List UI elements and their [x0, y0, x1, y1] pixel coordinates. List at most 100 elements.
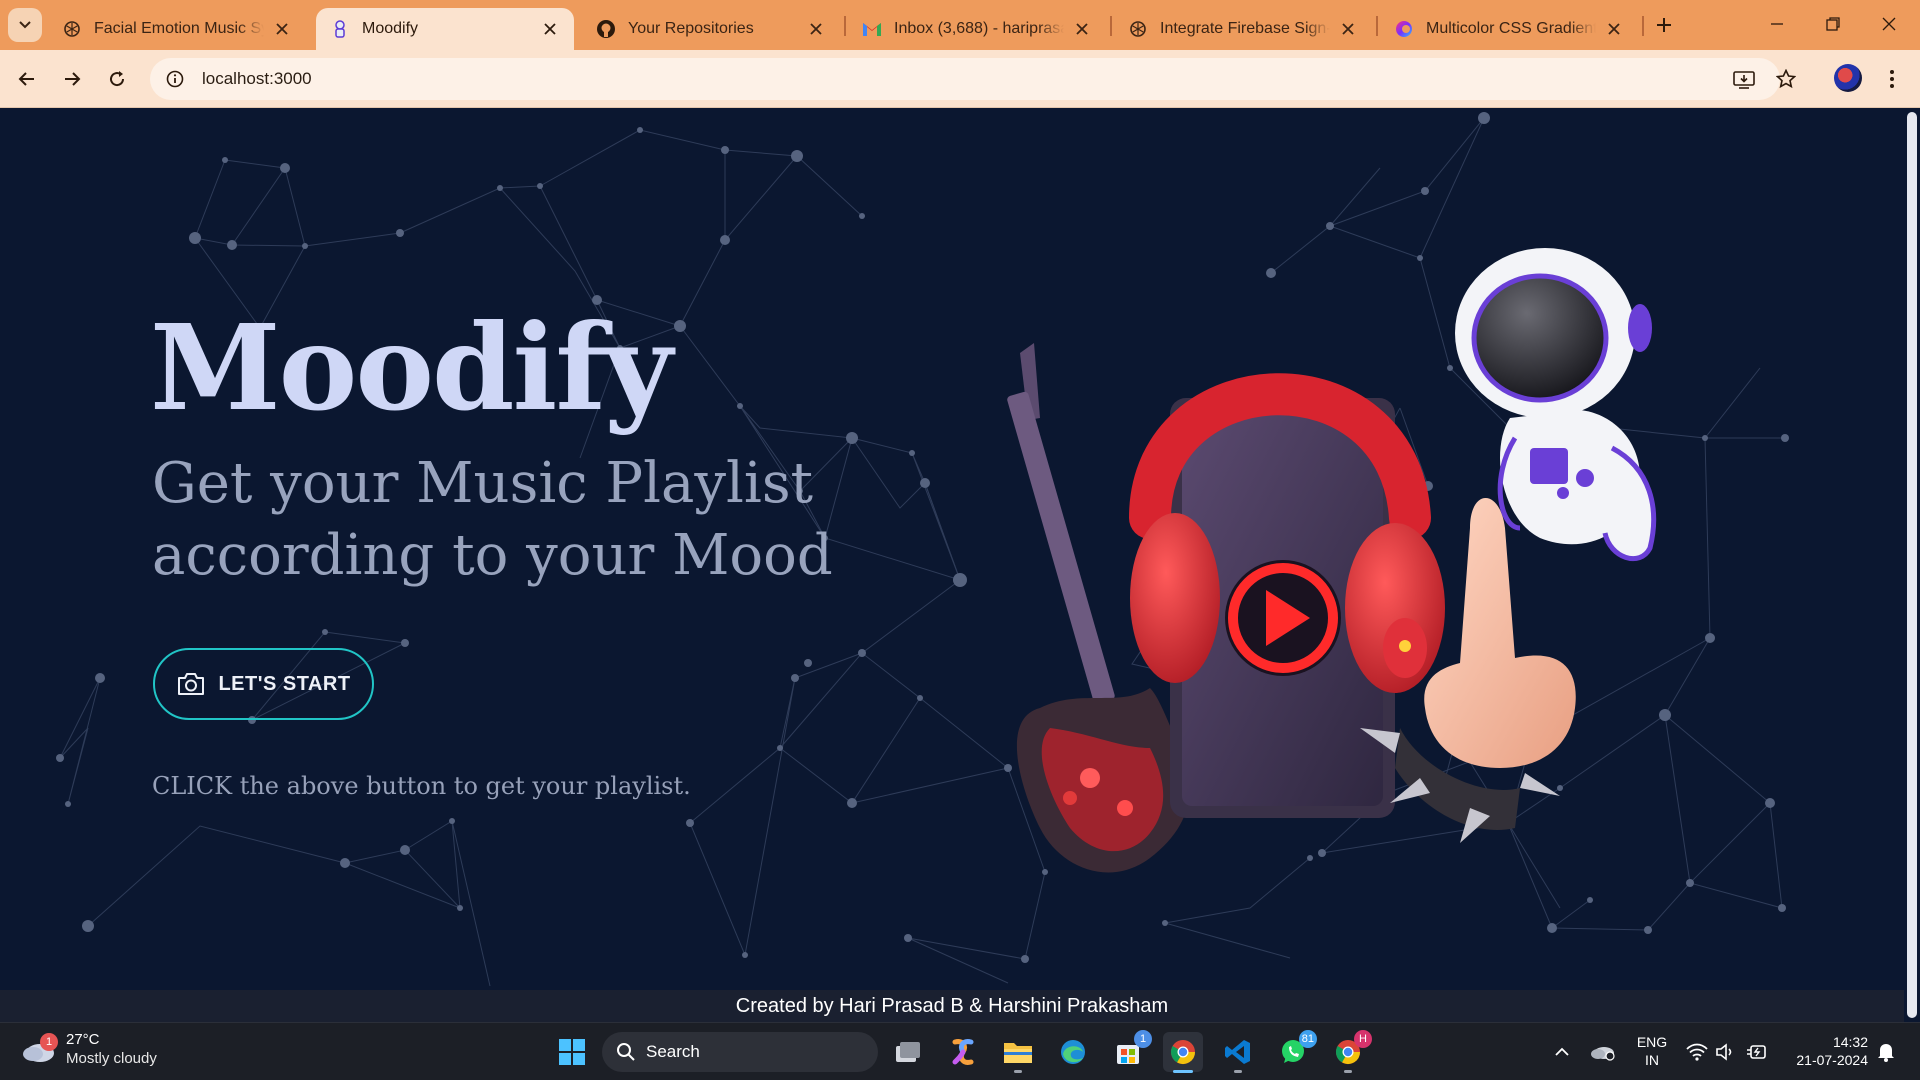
close-icon[interactable] — [1072, 19, 1092, 39]
clock-time: 14:32 — [1832, 1034, 1868, 1050]
chatgpt-icon — [1128, 19, 1148, 39]
new-tab-button[interactable] — [1650, 11, 1678, 39]
cloud-sync-icon — [1591, 1047, 1615, 1061]
close-icon[interactable] — [272, 19, 292, 39]
copilot-icon — [952, 1039, 974, 1065]
tab-firebase-signin[interactable]: Integrate Firebase Sign-in — [1114, 8, 1372, 50]
moodify-page: Moodify Get your Music Playlist accordin… — [0, 108, 1904, 990]
windows-logo-icon — [559, 1039, 585, 1065]
battery-charging-icon — [1747, 1045, 1766, 1059]
close-icon[interactable] — [540, 19, 560, 39]
system-clock[interactable]: 14:32 21-07-2024 — [1786, 1033, 1868, 1069]
whatsapp-button[interactable]: 81 — [1273, 1030, 1317, 1072]
weather-alert-badge: 1 — [40, 1033, 58, 1051]
clock-date: 21-07-2024 — [1796, 1052, 1868, 1068]
tab-gmail-inbox[interactable]: Inbox (3,688) - hariprasadb — [848, 8, 1106, 50]
tab-css-gradients[interactable]: Multicolor CSS Gradients, A — [1380, 8, 1638, 50]
windows-taskbar: 1 27°C Mostly cloudy Search 1 81 H ENG I… — [0, 1022, 1920, 1080]
tagline: Get your Music Playlist according to you… — [152, 448, 852, 592]
footer-credit: Created by Hari Prasad B & Harshini Prak… — [0, 990, 1904, 1022]
gmail-icon — [862, 19, 882, 39]
tab-moodify[interactable]: Moodify — [316, 8, 574, 50]
tab-divider — [1642, 16, 1644, 36]
bell-icon — [1878, 1044, 1894, 1062]
cloud-icon: 1 — [20, 1033, 58, 1065]
close-icon — [1882, 17, 1896, 31]
volume-button[interactable] — [1714, 1023, 1738, 1080]
vscode-button[interactable] — [1218, 1032, 1258, 1073]
minimize-icon — [1771, 23, 1783, 25]
tab-title: Moodify — [362, 20, 419, 37]
tab-divider — [1110, 16, 1112, 36]
notifications-button[interactable] — [1874, 1023, 1898, 1080]
taskbar-search[interactable]: Search — [602, 1032, 878, 1072]
task-view-icon — [896, 1042, 920, 1062]
edge-button[interactable] — [1053, 1032, 1093, 1072]
browser-menu-button[interactable] — [1882, 62, 1902, 96]
tab-search-button[interactable] — [8, 8, 42, 42]
back-button[interactable] — [10, 62, 44, 96]
address-bar[interactable]: localhost:3000 — [150, 58, 1780, 100]
app-title: Moodify — [150, 298, 673, 437]
close-icon[interactable] — [1604, 19, 1624, 39]
lets-start-label: LET'S START — [218, 672, 351, 695]
weather-widget[interactable]: 1 27°C Mostly cloudy — [20, 1031, 157, 1069]
tab-facial-emotion[interactable]: Facial Emotion Music System — [48, 8, 306, 50]
forward-button[interactable] — [55, 62, 89, 96]
plus-icon — [1657, 18, 1671, 32]
moodify-favicon — [330, 19, 350, 39]
weather-temperature: 27°C — [66, 1031, 100, 1048]
start-button[interactable] — [552, 1032, 592, 1072]
close-window-button[interactable] — [1866, 7, 1912, 41]
close-icon[interactable] — [806, 19, 826, 39]
file-explorer-button[interactable] — [998, 1032, 1038, 1073]
network-button[interactable] — [1684, 1023, 1710, 1080]
chevron-up-icon — [1555, 1047, 1569, 1056]
input-language[interactable]: ENG IN — [1632, 1033, 1672, 1069]
tab-title: Inbox (3,688) - hariprasadb — [894, 20, 1064, 37]
battery-button[interactable] — [1744, 1023, 1768, 1080]
instruction-text: CLICK the above button to get your playl… — [152, 772, 691, 800]
copilot-button[interactable] — [943, 1032, 983, 1072]
show-hidden-icons-button[interactable] — [1550, 1023, 1574, 1080]
region-code: IN — [1645, 1052, 1659, 1068]
tab-divider — [844, 16, 846, 36]
site-info-icon[interactable] — [154, 58, 196, 100]
bookmark-button[interactable] — [1770, 63, 1802, 95]
restore-icon — [1826, 17, 1840, 31]
running-indicator — [1344, 1070, 1352, 1073]
speaker-icon — [1716, 1043, 1732, 1061]
running-indicator — [1014, 1070, 1022, 1073]
restore-button[interactable] — [1810, 7, 1856, 41]
close-icon[interactable] — [1338, 19, 1358, 39]
music-illustration — [1007, 248, 1657, 873]
reload-button[interactable] — [100, 62, 134, 96]
tab-your-repositories[interactable]: Your Repositories — [582, 8, 840, 50]
weather-condition: Mostly cloudy — [66, 1050, 157, 1067]
lets-start-button[interactable]: LET'S START — [153, 648, 374, 720]
onedrive-button[interactable] — [1588, 1023, 1618, 1080]
star-icon — [1776, 69, 1796, 89]
chevron-down-icon — [19, 21, 31, 29]
profile-avatar[interactable] — [1834, 64, 1862, 92]
folder-icon — [1004, 1043, 1032, 1063]
tab-title: Multicolor CSS Gradients, A — [1426, 20, 1596, 37]
minimize-button[interactable] — [1754, 7, 1800, 41]
microsoft-store-button[interactable]: 1 — [1108, 1030, 1152, 1072]
chrome-button[interactable] — [1163, 1032, 1203, 1073]
task-view-button[interactable] — [888, 1032, 928, 1072]
more-vertical-icon — [1890, 70, 1894, 88]
url-text: localhost:3000 — [202, 69, 312, 88]
search-label: Search — [646, 1042, 700, 1061]
tab-title: Facial Emotion Music System — [94, 20, 264, 37]
vscode-icon — [1225, 1040, 1250, 1064]
scrollbar-thumb[interactable] — [1907, 112, 1917, 1018]
store-badge: 1 — [1134, 1030, 1152, 1048]
browser-toolbar: localhost:3000 — [0, 50, 1920, 108]
search-icon — [616, 1042, 636, 1062]
install-app-button[interactable] — [1728, 64, 1760, 96]
wifi-icon — [1686, 1043, 1708, 1061]
page-scrollbar[interactable] — [1904, 108, 1920, 1022]
chatgpt-icon — [62, 19, 82, 39]
chrome-profile-button[interactable]: H — [1328, 1030, 1372, 1073]
